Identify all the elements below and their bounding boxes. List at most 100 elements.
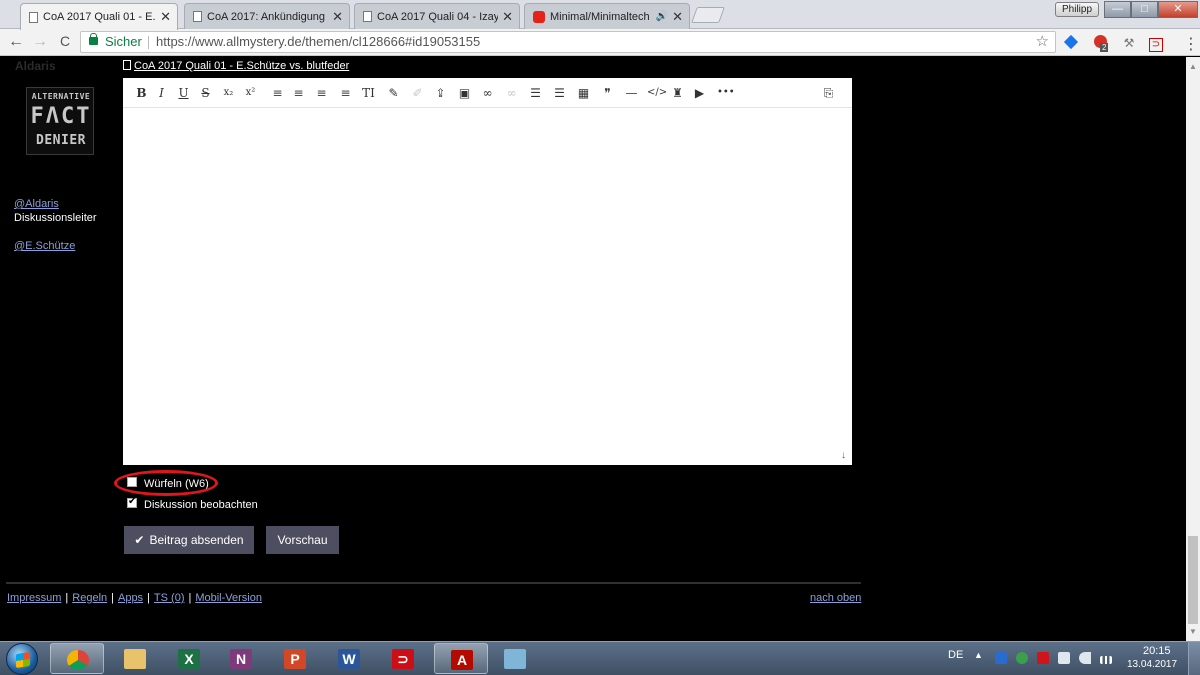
extension-opera-icon[interactable]: ⊃: [1148, 35, 1164, 52]
signal-bars-icon[interactable]: [1100, 656, 1112, 664]
tab-coa-quali-04[interactable]: CoA 2017 Quali 04 - Izay ✕: [354, 3, 520, 29]
taskbar-button-chrome[interactable]: [50, 643, 104, 674]
footer-link-ts[interactable]: TS (0): [154, 592, 185, 604]
taskbar-button-opera[interactable]: ⊃: [376, 643, 430, 674]
footer-link-apps[interactable]: Apps: [118, 592, 143, 604]
tray-expand-icon[interactable]: ▲: [974, 650, 983, 660]
watch-checkbox[interactable]: [127, 496, 137, 508]
show-desktop-button[interactable]: [1188, 642, 1200, 675]
watch-label[interactable]: Diskussion beobachten: [144, 499, 258, 511]
bookmark-star-icon[interactable]: ☆: [1036, 32, 1049, 52]
horizontal-rule-icon[interactable]: —: [623, 85, 640, 101]
new-tab-button[interactable]: [691, 7, 725, 23]
forward-arrow-icon[interactable]: →: [30, 33, 50, 51]
quote-icon[interactable]: ❞: [599, 85, 616, 101]
browser-menu-icon[interactable]: ⋮: [1183, 34, 1199, 54]
taskbar-button-acrobat[interactable]: A: [434, 643, 488, 674]
taskbar-button-notepad[interactable]: [488, 643, 542, 674]
clock-time[interactable]: 20:15: [1143, 645, 1171, 657]
audio-playing-icon[interactable]: 🔊: [656, 11, 668, 22]
preview-button[interactable]: Vorschau: [266, 526, 339, 554]
start-button[interactable]: [6, 643, 38, 675]
scrollbar-thumb[interactable]: [1188, 536, 1198, 624]
tab-title: CoA 2017 Quali 04 - Izay: [377, 10, 499, 23]
network-globe-icon[interactable]: [1016, 652, 1028, 664]
numbered-list-icon[interactable]: ☰: [551, 85, 568, 101]
footer-separator: |: [111, 592, 114, 604]
scroll-up-arrow-icon[interactable]: ▲: [1189, 62, 1197, 71]
align-center-icon[interactable]: ≡: [290, 85, 307, 101]
device-icon[interactable]: [1058, 652, 1070, 664]
footer-link-impressum[interactable]: Impressum: [7, 592, 61, 604]
pencil-icon[interactable]: ✎: [385, 85, 402, 101]
submit-post-button[interactable]: ✔ Beitrag absenden: [124, 526, 254, 554]
footer-divider: [6, 582, 861, 584]
resize-arrow-icon[interactable]: ↓: [841, 450, 846, 461]
taskbar-button-explorer[interactable]: [108, 643, 162, 674]
close-window-button[interactable]: ✕: [1158, 1, 1198, 18]
acrobat-icon: A: [451, 650, 473, 670]
url-text[interactable]: https://www.allmystery.de/themen/cl12866…: [156, 32, 480, 52]
source-view-icon[interactable]: ⎘: [820, 85, 837, 101]
submit-label: Beitrag absenden: [149, 533, 244, 547]
close-tab-icon[interactable]: ✕: [160, 9, 171, 25]
taskbar-button-powerpoint[interactable]: P: [268, 643, 322, 674]
profile-button[interactable]: Philipp: [1055, 2, 1100, 17]
avatar-text-line: DENIER: [36, 133, 86, 148]
scroll-down-arrow-icon[interactable]: ▼: [1189, 627, 1197, 636]
antivirus-icon[interactable]: [1037, 652, 1049, 664]
reload-icon[interactable]: C: [55, 33, 75, 49]
thread-title: CoA 2017 Quali 01 - E.Schütze vs. blutfe…: [123, 60, 349, 72]
volume-icon[interactable]: [1079, 652, 1091, 664]
footer-link-regeln[interactable]: Regeln: [72, 592, 107, 604]
back-to-top-link[interactable]: nach oben: [810, 592, 861, 604]
mention-aldaris-link[interactable]: @Aldaris: [14, 198, 59, 210]
unlink-icon[interactable]: ∞: [503, 85, 520, 101]
image-icon[interactable]: ▣: [456, 85, 473, 101]
language-indicator[interactable]: DE: [948, 649, 963, 661]
taskbar-button-onenote[interactable]: N: [214, 643, 268, 674]
mention-e-schuetze-link[interactable]: @E.Schütze: [14, 240, 75, 252]
font-size-icon[interactable]: TI: [360, 85, 377, 101]
back-arrow-icon[interactable]: ←: [6, 33, 26, 51]
annotation-highlight-ellipse: [114, 470, 218, 496]
eraser-icon[interactable]: ✐: [409, 85, 426, 101]
tab-minimal[interactable]: Minimal/Minimaltech 🔊 ✕: [524, 3, 690, 29]
security-shield-icon[interactable]: [995, 652, 1007, 664]
extension-tool-icon[interactable]: ⚒: [1121, 35, 1137, 51]
taskbar-button-excel[interactable]: X: [162, 643, 216, 674]
code-icon[interactable]: </>: [647, 85, 667, 101]
bold-icon[interactable]: B: [133, 85, 150, 101]
spoiler-icon[interactable]: ♜: [669, 85, 686, 101]
close-tab-icon[interactable]: ✕: [502, 9, 513, 25]
table-icon[interactable]: ▦: [575, 85, 592, 101]
extension-diamond-icon[interactable]: [1063, 34, 1079, 51]
minimize-button[interactable]: —: [1104, 1, 1131, 18]
italic-icon[interactable]: I: [153, 85, 170, 101]
tab-coa-quali-01[interactable]: CoA 2017 Quali 01 - E.Sc ✕: [20, 3, 178, 30]
footer-link-mobile[interactable]: Mobil-Version: [195, 592, 262, 604]
bullet-list-icon[interactable]: ☰: [527, 85, 544, 101]
underline-icon[interactable]: U: [175, 85, 192, 101]
subscript-icon[interactable]: x₂: [220, 85, 237, 101]
maximize-button[interactable]: □: [1131, 1, 1158, 18]
post-textarea[interactable]: [123, 109, 852, 465]
upload-icon[interactable]: ⇪: [432, 85, 449, 101]
align-right-icon[interactable]: ≡: [313, 85, 330, 101]
youtube-icon[interactable]: ▶: [691, 85, 708, 101]
taskbar-button-word[interactable]: W: [322, 643, 376, 674]
extension-red-badge-icon[interactable]: 2: [1092, 35, 1109, 52]
tab-coa-ankuendigung[interactable]: CoA 2017: Ankündigung ✕: [184, 3, 350, 29]
clock-date[interactable]: 13.04.2017: [1127, 659, 1177, 670]
footer-links: Impressum | Regeln | Apps | TS (0) | Mobil-Versi…: [7, 592, 262, 604]
thread-title-link[interactable]: CoA 2017 Quali 01 - E.Schütze vs. blutfe…: [134, 60, 349, 72]
superscript-icon[interactable]: x²: [242, 85, 259, 101]
align-justify-icon[interactable]: ≡: [337, 85, 354, 101]
more-icon[interactable]: •••: [717, 85, 735, 101]
strikethrough-icon[interactable]: S: [197, 85, 214, 101]
link-icon[interactable]: ∞: [479, 85, 496, 101]
close-tab-icon[interactable]: ✕: [672, 9, 683, 25]
close-tab-icon[interactable]: ✕: [332, 9, 343, 25]
align-left-icon[interactable]: ≡: [269, 85, 286, 101]
address-bar[interactable]: Sicher https://www.allmystery.de/themen/…: [80, 31, 1056, 53]
